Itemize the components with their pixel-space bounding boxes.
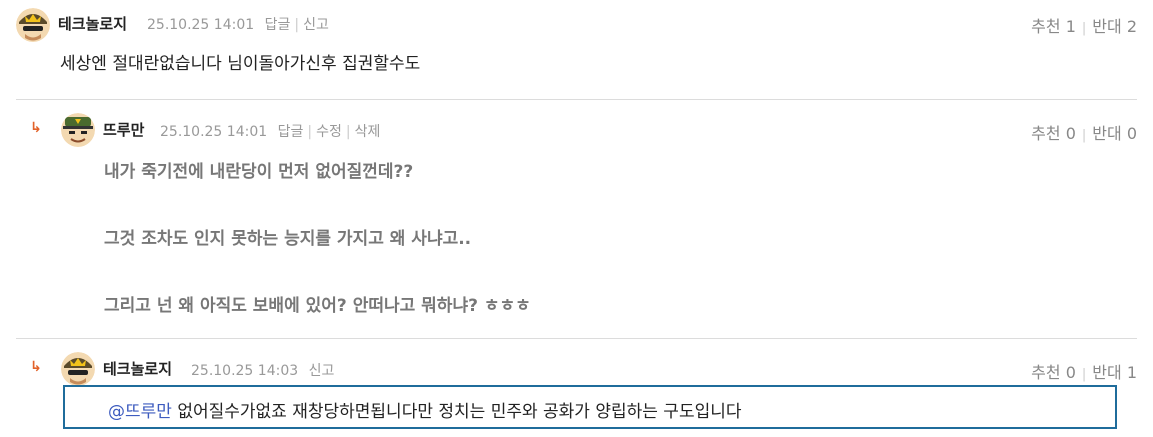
comment-text-line-2: 그것 조차도 인지 못하는 능지를 가지고 왜 사냐고..: [104, 229, 472, 249]
comment-date: 25.10.25 14:03: [191, 363, 299, 379]
vote-box: 추천 0 | 반대 0: [1031, 124, 1137, 143]
avatar-trooman[interactable]: [61, 113, 95, 147]
downvote-count: 2: [1126, 17, 1137, 36]
downvote-count: 1: [1126, 363, 1137, 382]
comment-text: 세상엔 절대란없습니다 님이돌아가신후 집권할수도: [60, 54, 421, 74]
edit-link[interactable]: 수정: [316, 124, 342, 140]
divider: [16, 99, 1137, 100]
downvote-button[interactable]: 반대 0: [1092, 124, 1137, 143]
comment-text-line-1: 내가 죽기전에 내란당이 먼저 없어질껀데??: [104, 162, 414, 182]
reply-link[interactable]: 답글: [265, 17, 291, 33]
comment-meta: 25.10.25 14:03 신고: [191, 360, 334, 380]
avatar-soldier-icon: [61, 352, 95, 386]
comment-nickname[interactable]: 테크놀로지: [58, 13, 127, 34]
avatar-officer-icon: [61, 113, 95, 147]
upvote-button[interactable]: 추천 1: [1031, 17, 1076, 36]
reply-link[interactable]: 답글: [278, 124, 304, 140]
report-link[interactable]: 신고: [309, 363, 335, 379]
downvote-button[interactable]: 반대 1: [1092, 363, 1137, 382]
avatar-soldier-icon: [16, 8, 50, 42]
upvote-count: 1: [1065, 17, 1076, 36]
avatar-techno[interactable]: [61, 352, 95, 386]
comment-meta: 25.10.25 14:01 답글 | 신고: [147, 17, 329, 33]
comment-date: 25.10.25 14:01: [147, 17, 255, 33]
reply-arrow-icon: ↳: [30, 359, 42, 375]
comment-meta: 25.10.25 14:01 답글 | 수정 | 삭제: [160, 124, 381, 140]
divider: [16, 338, 1137, 339]
reply-arrow-icon: ↳: [30, 120, 42, 136]
upvote-button[interactable]: 추천 0: [1031, 124, 1076, 143]
comment-text: @뜨루만 없어질수가없죠 재창당하면됩니다만 정치는 민주와 공화가 양립하는 …: [108, 397, 742, 422]
comment-text-body: 없어질수가없죠 재창당하면됩니다만 정치는 민주와 공화가 양립하는 구도입니다: [177, 402, 742, 422]
comment-text-line-3: 그리고 넌 왜 아직도 보배에 있어? 안떠나고 뭐하냐? ㅎㅎㅎ: [104, 296, 531, 316]
mention-link[interactable]: @뜨루만: [108, 402, 172, 422]
report-link[interactable]: 신고: [303, 17, 329, 33]
vote-box: 추천 0 | 반대 1: [1031, 363, 1137, 382]
upvote-button[interactable]: 추천 0: [1031, 363, 1076, 382]
avatar-techno[interactable]: [16, 8, 50, 42]
upvote-count: 0: [1065, 363, 1076, 382]
comment-nickname[interactable]: 뜨루만: [103, 119, 144, 140]
upvote-count: 0: [1065, 124, 1076, 143]
delete-link[interactable]: 삭제: [355, 124, 381, 140]
comment-date: 25.10.25 14:01: [160, 124, 268, 140]
vote-box: 추천 1 | 반대 2: [1031, 17, 1137, 36]
downvote-button[interactable]: 반대 2: [1092, 17, 1137, 36]
comment-nickname[interactable]: 테크놀로지: [103, 358, 172, 379]
downvote-count: 0: [1126, 124, 1137, 143]
